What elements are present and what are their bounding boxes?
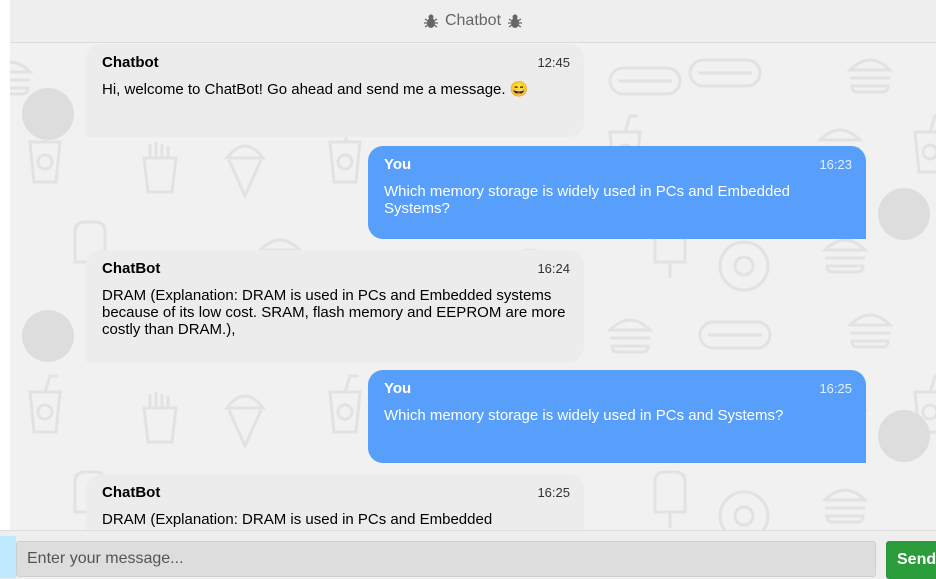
message-text: Which memory storage is widely used in P…	[384, 183, 791, 217]
bot-avatar	[22, 310, 74, 362]
message-input[interactable]	[16, 541, 876, 577]
message-input-area: Send	[0, 530, 936, 579]
chat-title: Chatbot	[444, 12, 502, 29]
message-text: DRAM (Explanation: DRAM is used in PCs a…	[102, 511, 493, 528]
chat-window: Chatbot Chatbot 12:45 Hi, welcome to Cha…	[10, 0, 936, 578]
message-sender: You	[384, 380, 412, 397]
message-text: Which memory storage is widely used in P…	[384, 407, 784, 424]
user-avatar	[878, 188, 930, 240]
message-sender: Chatbot	[102, 54, 159, 71]
message-bubble-user: You 16:23 Which memory storage is widely…	[368, 146, 866, 239]
message-list: Chatbot 12:45 Hi, welcome to ChatBot! Go…	[10, 42, 936, 530]
message-text: DRAM (Explanation: DRAM is used in PCs a…	[102, 287, 566, 338]
user-avatar	[878, 410, 930, 462]
message-sender: You	[384, 156, 412, 173]
message-time: 16:25	[537, 485, 570, 500]
send-button[interactable]: Send	[886, 541, 936, 579]
message-text: Hi, welcome to ChatBot! Go ahead and sen…	[102, 81, 529, 98]
message-sender: ChatBot	[102, 484, 161, 501]
message-time: 16:24	[537, 261, 570, 276]
message-bubble-bot: ChatBot 16:25 DRAM (Explanation: DRAM is…	[86, 474, 584, 530]
message-bubble-bot: ChatBot 16:24 DRAM (Explanation: DRAM is…	[86, 250, 584, 362]
bot-avatar	[22, 88, 74, 140]
message-bubble-bot: Chatbot 12:45 Hi, welcome to ChatBot! Go…	[86, 44, 584, 137]
message-time: 16:23	[819, 157, 852, 172]
bug-icon	[507, 13, 523, 29]
window-edge	[0, 536, 16, 578]
message-bubble-user: You 16:25 Which memory storage is widely…	[368, 370, 866, 463]
chat-header: Chatbot	[10, 0, 936, 43]
message-time: 16:25	[819, 381, 852, 396]
bug-icon	[423, 13, 439, 29]
message-sender: ChatBot	[102, 260, 161, 277]
message-time: 12:45	[537, 55, 570, 70]
